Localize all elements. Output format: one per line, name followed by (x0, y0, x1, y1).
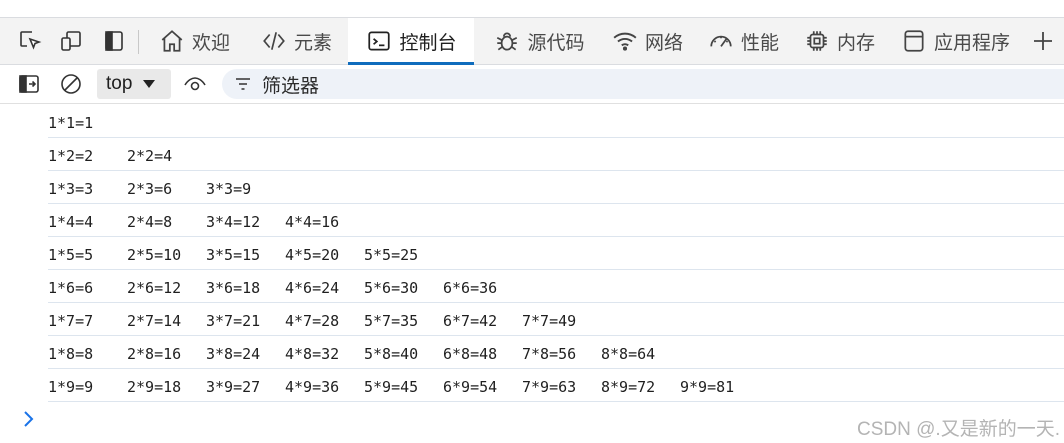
tab-label: 应用程序 (933, 32, 1010, 54)
tab-console[interactable]: 控制台 (348, 18, 474, 65)
console-row: 1*8=8 2*8=16 3*8=24 4*8=32 5*8=40 6*8=48… (48, 335, 1064, 369)
log-value: 3*6=18 (206, 279, 261, 297)
console-row: 1*9=9 2*9=18 3*9=27 4*9=36 5*9=45 6*9=54… (48, 368, 1064, 402)
log-value: 4*4=16 (285, 213, 340, 231)
tab-label: 控制台 (399, 32, 457, 54)
log-value: 7*7=49 (522, 312, 577, 330)
log-value: 7*9=63 (522, 378, 577, 396)
log-value: 4*6=24 (285, 279, 340, 297)
gauge-icon (707, 27, 735, 55)
log-value: 2*3=6 (127, 180, 173, 198)
log-value: 9*9=81 (680, 378, 735, 396)
console-row: 1*3=3 2*3=6 3*3=9 (48, 170, 1064, 204)
plus-icon[interactable] (1030, 28, 1056, 54)
console-filter-bar: top 筛选器 (0, 65, 1064, 104)
log-value: 2*6=12 (127, 279, 182, 297)
log-value: 3*8=24 (206, 345, 261, 363)
watermark: CSDN @.又是新的一天. (857, 419, 1060, 440)
log-value: 7*8=56 (522, 345, 577, 363)
tab-sources[interactable]: 源代码 (484, 18, 594, 64)
console-row: 1*4=4 2*4=8 3*4=12 4*4=16 (48, 203, 1064, 237)
log-value: 1*5=5 (48, 246, 94, 264)
log-value: 4*5=20 (285, 246, 340, 264)
log-value: 1*3=3 (48, 180, 94, 198)
filter-input[interactable]: 筛选器 (222, 69, 1064, 99)
log-value: 1*8=8 (48, 345, 94, 363)
tab-network[interactable]: 网络 (604, 18, 690, 64)
context-label: top (106, 73, 133, 94)
console-row: 1*5=5 2*5=10 3*5=15 4*5=20 5*5=25 (48, 236, 1064, 270)
bug-icon (493, 27, 521, 55)
devtools-tab-bar: 欢迎 元素 控制台 源代码 网络 性能 内存 应用程序 (0, 18, 1064, 65)
dock-icon[interactable] (101, 28, 127, 54)
tab-label: 性能 (740, 32, 779, 54)
home-icon (158, 27, 186, 55)
app-window-icon (900, 27, 928, 55)
log-value: 3*9=27 (206, 378, 261, 396)
tab-label: 源代码 (527, 32, 585, 54)
log-value: 6*8=48 (443, 345, 498, 363)
log-value: 1*4=4 (48, 213, 94, 231)
console-row: 1*1=1 (48, 104, 1064, 138)
filter-placeholder: 筛选器 (262, 75, 320, 97)
chip-icon (803, 27, 831, 55)
log-value: 1*1=1 (48, 114, 94, 132)
window-top-strip (0, 0, 1064, 18)
context-selector[interactable]: top (97, 69, 171, 99)
log-value: 2*7=14 (127, 312, 182, 330)
log-value: 2*8=16 (127, 345, 182, 363)
wifi-icon (611, 27, 639, 55)
tab-label: 内存 (836, 32, 875, 54)
log-value: 1*6=6 (48, 279, 94, 297)
tab-application[interactable]: 应用程序 (894, 18, 1016, 64)
log-value: 4*7=28 (285, 312, 340, 330)
console-row: 1*7=7 2*7=14 3*7=21 4*7=28 5*7=35 6*7=42… (48, 302, 1064, 336)
console-row: 1*6=6 2*6=12 3*6=18 4*6=24 5*6=30 6*6=36 (48, 269, 1064, 303)
live-expression-eye-icon[interactable] (182, 71, 208, 97)
log-value: 4*9=36 (285, 378, 340, 396)
tab-welcome[interactable]: 欢迎 (148, 18, 240, 64)
log-value: 3*7=21 (206, 312, 261, 330)
log-value: 5*6=30 (364, 279, 419, 297)
tab-label: 网络 (644, 32, 683, 54)
log-value: 8*9=72 (601, 378, 656, 396)
log-value: 1*9=9 (48, 378, 94, 396)
log-value: 3*3=9 (206, 180, 252, 198)
log-value: 3*4=12 (206, 213, 261, 231)
clear-console-icon[interactable] (58, 71, 84, 97)
log-value: 6*7=42 (443, 312, 498, 330)
tab-label: 欢迎 (191, 32, 230, 54)
tab-label: 元素 (293, 32, 332, 54)
log-value: 5*5=25 (364, 246, 419, 264)
log-value: 2*9=18 (127, 378, 182, 396)
toolbar-separator (138, 30, 139, 54)
log-value: 6*9=54 (443, 378, 498, 396)
chevron-down-icon (143, 80, 156, 88)
log-value: 5*9=45 (364, 378, 419, 396)
console-prompt-input[interactable] (22, 409, 36, 429)
log-value: 5*7=35 (364, 312, 419, 330)
console-row: 1*2=2 2*2=4 (48, 137, 1064, 171)
log-value: 3*5=15 (206, 246, 261, 264)
log-value: 6*6=36 (443, 279, 498, 297)
log-value: 5*8=40 (364, 345, 419, 363)
filter-icon (236, 78, 250, 90)
sidebar-toggle-icon[interactable] (16, 71, 42, 97)
tab-performance[interactable]: 性能 (700, 18, 786, 64)
log-value: 8*8=64 (601, 345, 656, 363)
code-icon (260, 27, 288, 55)
device-emulation-icon[interactable] (58, 28, 84, 54)
console-output: 1*1=1 1*2=2 2*2=4 1*3=3 2*3=6 3*3=9 1*4=… (0, 104, 1064, 443)
tab-memory[interactable]: 内存 (796, 18, 882, 64)
log-value: 4*8=32 (285, 345, 340, 363)
inspect-icon[interactable] (17, 28, 43, 54)
log-value: 2*4=8 (127, 213, 173, 231)
log-value: 2*5=10 (127, 246, 182, 264)
log-value: 2*2=4 (127, 147, 173, 165)
log-value: 1*7=7 (48, 312, 94, 330)
tab-elements[interactable]: 元素 (250, 18, 342, 64)
log-value: 1*2=2 (48, 147, 94, 165)
chevron-right-icon (24, 411, 34, 427)
console-icon (365, 27, 393, 55)
